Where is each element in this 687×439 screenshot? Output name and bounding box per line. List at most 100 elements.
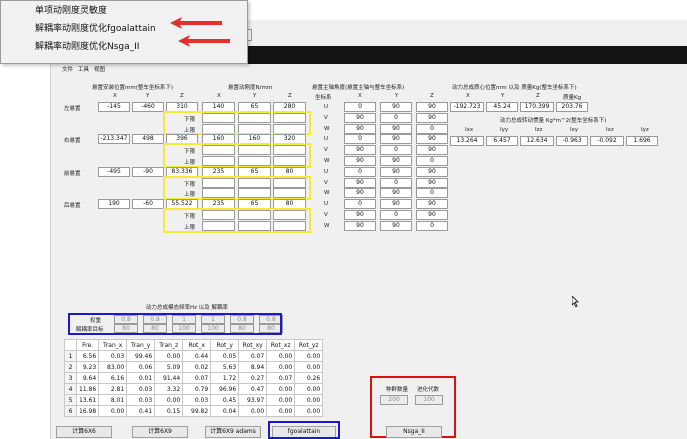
angle-field[interactable]: 0 (380, 112, 412, 123)
inertia-ixz-field[interactable]: -0.092 (590, 136, 624, 146)
angle-field[interactable]: 90 (380, 220, 412, 231)
angle-field[interactable]: 90 (344, 220, 376, 231)
population-field[interactable]: 200 (380, 395, 408, 405)
angle-field[interactable]: 0 (416, 156, 448, 166)
mount-position-field[interactable]: -145 (98, 102, 130, 112)
table-cell: 0.44 (182, 350, 212, 362)
menu-view[interactable]: 视图 (94, 65, 105, 73)
angle-field[interactable]: 90 (344, 177, 376, 188)
inertia-header: 动力总成转动惯量 Kg*m^2(整车坐标系下) (500, 118, 607, 124)
table-row: 6 16.98 0.00 0.41 0.15 99.82 0.04 0.00 0.00 0.00 (64, 405, 324, 417)
row-number: 3 (64, 372, 77, 384)
menu-tools[interactable]: 工具 (78, 65, 89, 73)
table-cell: 13.61 (75, 394, 100, 406)
table-cell: 0.03 (182, 394, 212, 406)
cog-z-field[interactable]: 170.399 (520, 102, 554, 112)
angle-field[interactable]: 90 (380, 102, 412, 112)
angle-field[interactable]: 90 (344, 210, 376, 220)
angle-field[interactable]: 90 (344, 188, 376, 199)
generations-field[interactable]: 100 (415, 395, 443, 405)
inertia-ixy-field[interactable]: -0.963 (556, 136, 588, 146)
axis-label: V (324, 147, 328, 154)
angle-field[interactable]: 0 (344, 199, 376, 210)
cog-mass-field[interactable]: 203.76 (556, 102, 588, 112)
angle-field[interactable]: 0 (380, 210, 412, 220)
angle-field[interactable]: 0 (416, 123, 448, 134)
angle-field[interactable]: 90 (416, 166, 448, 177)
mount-name-label: 后悬置 (64, 203, 81, 210)
angle-field[interactable]: 90 (416, 210, 448, 220)
context-menu: 单项动刚度灵敏度 解耦率动刚度优化fgoalattain 解耦率动刚度优化Nsg… (0, 0, 248, 64)
mount-position-field[interactable]: 190 (98, 199, 130, 210)
mount-position-field[interactable]: -460 (132, 102, 164, 112)
angle-field[interactable]: 90 (416, 102, 448, 112)
cog-col-mass: 质量Kg (563, 95, 582, 101)
angle-field[interactable]: 90 (344, 123, 376, 134)
table-cell: 0.00 (294, 405, 324, 417)
cog-x-field[interactable]: -192.723 (450, 102, 484, 112)
mount-position-field[interactable]: -495 (98, 166, 130, 177)
angle-field[interactable]: 0 (416, 220, 448, 231)
angle-field[interactable]: 90 (380, 166, 412, 177)
angle-field[interactable]: 90 (380, 156, 412, 166)
angle-field[interactable]: 0 (416, 188, 448, 199)
inertia-iyz-field[interactable]: 1.696 (626, 136, 658, 146)
angle-field[interactable]: 90 (380, 188, 412, 199)
table-row: 3 9.64 6.16 0.01 91.44 0.07 1.72 0.27 0.07 0.26 (64, 372, 324, 384)
calc-6x6-button[interactable]: 计算6X6 (56, 426, 112, 438)
mount-position-field[interactable]: -60 (132, 199, 164, 210)
table-cell: 0.01 (126, 372, 156, 384)
angle-field[interactable]: 90 (416, 177, 448, 188)
angle-field[interactable]: 90 (416, 145, 448, 156)
angle-field[interactable]: 90 (344, 145, 376, 156)
inertia-col-ixy: Ixy (570, 127, 579, 133)
inertia-izz-field[interactable]: 12.634 (520, 136, 554, 146)
angle-field[interactable]: 90 (416, 199, 448, 210)
inertia-col-ixz: Ixz (606, 127, 614, 133)
mount-position-field[interactable]: -213.347 (98, 134, 130, 145)
calc-6x9-button[interactable]: 计算6X9 (132, 426, 188, 438)
col-z-stiff: Z (288, 93, 292, 99)
table-cell: 0.79 (182, 383, 212, 395)
inertia-ixx-field[interactable]: 13.264 (450, 136, 484, 146)
nsga-ii-button[interactable]: Nsga_II (386, 426, 442, 438)
angle-field[interactable]: 90 (344, 112, 376, 123)
mount-position-field[interactable]: -90 (132, 166, 164, 177)
table-cell: 9.64 (75, 372, 100, 384)
row-number: 2 (64, 361, 77, 373)
mount-position-header: 悬置安装位置mm(整车坐标系下) (92, 85, 174, 91)
calc-6x9-adams-button[interactable]: 计算6X9 adams (205, 426, 261, 438)
angle-field[interactable]: 0 (344, 134, 376, 145)
col-y-pos: Y (146, 93, 150, 99)
col-y-stiff: Y (253, 93, 257, 99)
angle-field[interactable]: 90 (416, 134, 448, 145)
angle-field[interactable]: 90 (380, 134, 412, 145)
angle-field[interactable]: 90 (380, 123, 412, 134)
axis-label: U (324, 168, 329, 175)
angle-field[interactable]: 90 (380, 199, 412, 210)
arrow-icon-fgoal (170, 17, 222, 29)
angle-field[interactable]: 0 (380, 177, 412, 188)
col-x-pos: X (113, 93, 117, 99)
table-cell: 2.81 (98, 383, 128, 395)
angle-field[interactable]: 0 (380, 145, 412, 156)
table-cell: 0.00 (294, 394, 324, 406)
cog-y-field[interactable]: 45.24 (486, 102, 518, 112)
limits-highlight (163, 175, 311, 201)
table-cell: 99.82 (182, 405, 212, 417)
menu-item-fgoalattain[interactable]: 解耦率动刚度优化fgoalattain (35, 21, 156, 34)
table-cell: 16.98 (75, 405, 100, 417)
table-cell: 0.03 (126, 394, 156, 406)
inertia-iyy-field[interactable]: 6.457 (486, 136, 518, 146)
table-row: 2 9.23 83.00 0.06 5.09 0.02 5.63 8.94 0.00 0.00 (64, 361, 324, 373)
menu-item-sensitivity[interactable]: 单项动刚度灵敏度 (35, 3, 107, 16)
angle-field[interactable]: 0 (344, 102, 376, 112)
angle-field[interactable]: 90 (344, 156, 376, 166)
table-cell: 0.07 (266, 372, 296, 384)
angle-field[interactable]: 0 (344, 166, 376, 177)
menu-item-nsga[interactable]: 解耦率动刚度优化Nsga_II (35, 39, 139, 52)
menu-file[interactable]: 文件 (62, 65, 73, 73)
table-cell: 91.44 (154, 372, 184, 384)
angle-field[interactable]: 90 (416, 112, 448, 123)
mount-position-field[interactable]: 498 (132, 134, 164, 145)
